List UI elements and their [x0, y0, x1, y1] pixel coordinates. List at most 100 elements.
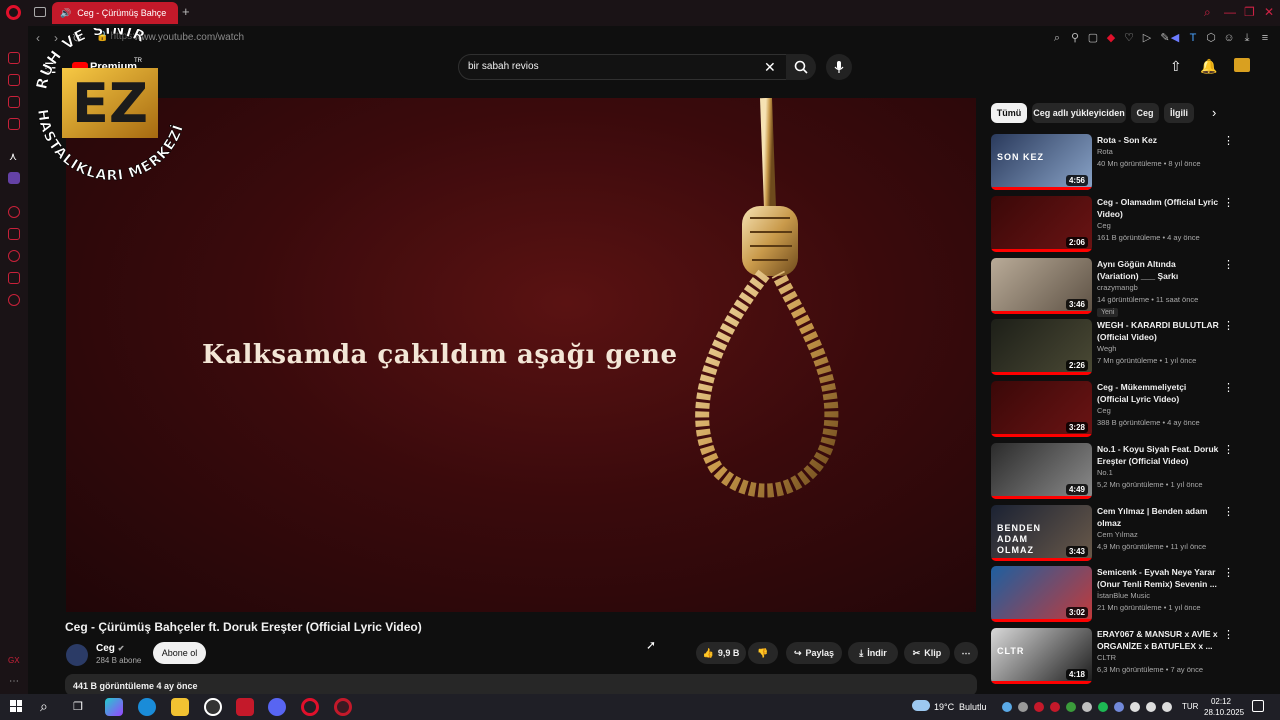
more-actions-button[interactable]: ⋯ — [954, 642, 978, 664]
recommendation-channel[interactable]: Ceg — [1097, 221, 1111, 230]
more-vertical-icon[interactable]: ⋮ — [1223, 134, 1234, 147]
recommendation-item[interactable]: 4:49 No.1 - Koyu Siyah Feat. Doruk Ereşte… — [991, 442, 1239, 501]
taskbar-search-icon[interactable]: ⌕ — [40, 698, 48, 715]
upload-icon[interactable]: ⇧ — [1170, 58, 1182, 75]
play-icon[interactable]: ▷ — [1140, 31, 1154, 45]
tray-app-4-icon[interactable] — [1050, 702, 1060, 712]
opera-gx-taskbar-icon[interactable] — [334, 698, 352, 716]
tab-youtube[interactable]: 🔊 Ceg - Çürümüş Bahçe — [52, 2, 178, 24]
recommendation-title[interactable]: ERAY067 & MANSUR x AVİE x ORGANİZE x BAT… — [1097, 628, 1219, 652]
minimize-icon[interactable]: — — [1224, 5, 1236, 19]
notifications-icon[interactable]: 🔔 — [1200, 58, 1217, 75]
more-vertical-icon[interactable]: ⋮ — [1223, 319, 1234, 332]
audio-icon[interactable]: ◀ — [1168, 31, 1182, 45]
history-icon[interactable] — [8, 250, 20, 262]
recommendation-item[interactable]: 3:02 Semicenk - Eyvah Neye Yarar (Onur Te… — [991, 566, 1239, 624]
video-thumbnail[interactable]: CLTR 4:18 — [991, 628, 1092, 684]
tray-app-2-icon[interactable] — [1018, 702, 1028, 712]
tray-app-5-icon[interactable] — [1066, 702, 1076, 712]
chip-from-uploader[interactable]: Ceg adlı yükleyiciden — [1032, 103, 1126, 123]
recommendation-channel[interactable]: Cem Yılmaz — [1097, 530, 1138, 539]
pin-icon[interactable]: ⚲ — [1068, 31, 1082, 45]
tray-app-6-icon[interactable] — [1082, 702, 1092, 712]
recommendation-channel[interactable]: No.1 — [1097, 468, 1113, 477]
menu-icon[interactable]: ≡ — [1258, 31, 1272, 45]
chip-related[interactable]: İlgili — [1164, 103, 1194, 123]
settings-icon[interactable] — [8, 294, 20, 306]
like-button[interactable]: 👍 9,9 B — [696, 642, 746, 664]
translate-icon[interactable]: T — [1186, 31, 1200, 45]
recommendation-title[interactable]: Cem Yılmaz | Benden adam olmaz — [1097, 505, 1219, 529]
voice-search-button[interactable] — [826, 54, 852, 80]
recommendation-item[interactable]: 3:46 Aynı Göğün Altında (Variation) ___ Ş… — [991, 257, 1239, 317]
speaker-icon[interactable]: 🔊 — [60, 8, 71, 19]
discord-icon[interactable] — [268, 698, 286, 716]
download-button[interactable]: ⤓ İndir — [848, 642, 898, 664]
start-icon[interactable] — [10, 700, 22, 712]
chevron-right-icon[interactable]: › — [1212, 105, 1216, 120]
recommendation-item[interactable]: SON KEZ 4:56 Rota - Son Kez Rota 40 Mn görün… — [991, 134, 1239, 192]
recommendation-item[interactable]: BENDEN ADAM OLMAZ 3:43 Cem Yılmaz | Benden… — [991, 504, 1239, 563]
search-button[interactable] — [786, 54, 816, 80]
maximize-icon[interactable]: ❐ — [1244, 5, 1255, 19]
recommendation-title[interactable]: No.1 - Koyu Siyah Feat. Doruk Ereşter (O… — [1097, 443, 1219, 467]
recommendation-channel[interactable]: Wegh — [1097, 344, 1116, 353]
copilot-icon[interactable] — [105, 698, 123, 716]
video-thumbnail[interactable]: SON KEZ 4:56 — [991, 134, 1092, 190]
workspaces-icon[interactable] — [34, 7, 46, 17]
more-vertical-icon[interactable]: ⋮ — [1223, 443, 1234, 456]
recommendation-title[interactable]: Ceg - Olamadım (Official Lyric Video) — [1097, 196, 1219, 220]
tray-app-3-icon[interactable] — [1034, 702, 1044, 712]
channel-name-text[interactable]: Ceg — [96, 643, 115, 654]
file-explorer-icon[interactable] — [171, 698, 189, 716]
tray-app-1-icon[interactable] — [1002, 702, 1012, 712]
more-vertical-icon[interactable]: ⋮ — [1223, 381, 1234, 394]
zoom-icon[interactable]: ⌕ — [1050, 31, 1064, 45]
channel-avatar[interactable] — [66, 644, 88, 666]
video-thumbnail[interactable]: 3:28 — [991, 381, 1092, 437]
recommendation-item[interactable]: 2:26 WEGH - KARARDI BULUTLAR (Official Vi… — [991, 319, 1239, 377]
more-sidebar-icon[interactable]: ⋯ — [9, 676, 19, 687]
recommendation-title[interactable]: WEGH - KARARDI BULUTLAR (Official Video) — [1097, 319, 1219, 343]
gx-icon[interactable]: GX — [8, 656, 20, 665]
recommendation-channel[interactable]: İstanBlue Music — [1097, 591, 1150, 600]
language-indicator[interactable]: TUR — [1182, 702, 1198, 711]
snapshot-icon[interactable]: ▢ — [1086, 31, 1100, 45]
more-vertical-icon[interactable]: ⋮ — [1223, 628, 1234, 641]
recommendation-title[interactable]: Semicenk - Eyvah Neye Yarar (Onur Tenli … — [1097, 566, 1219, 590]
close-window-icon[interactable]: ✕ — [1264, 5, 1274, 19]
recommendation-channel[interactable]: Ceg — [1097, 406, 1111, 415]
search-tabs-icon[interactable]: ⌕ — [1204, 5, 1211, 20]
shopping-icon[interactable] — [8, 74, 20, 86]
download-icon[interactable]: ⤓ — [1240, 31, 1254, 45]
weather-condition[interactable]: Bulutlu — [959, 702, 987, 712]
account-icon[interactable]: ☺ — [1222, 31, 1236, 45]
video-thumbnail[interactable]: 3:02 — [991, 566, 1092, 623]
send-icon[interactable] — [8, 272, 20, 284]
recommendation-title[interactable]: Ceg - Mükemmeliyetçi (Official Lyric Vid… — [1097, 381, 1219, 405]
new-tab-button[interactable]: + — [182, 4, 190, 19]
recommendation-title[interactable]: Rota - Son Kez — [1097, 134, 1219, 146]
recommendation-item[interactable]: 3:28 Ceg - Mükemmeliyetçi (Official Lyric… — [991, 381, 1239, 439]
volume-icon[interactable] — [1162, 702, 1172, 712]
subscribe-button[interactable]: Abone ol — [153, 642, 206, 664]
search-query[interactable]: bir sabah revios — [468, 61, 539, 72]
opera-menu-icon[interactable] — [6, 5, 21, 20]
tray-app-8-icon[interactable] — [1114, 702, 1124, 712]
more-vertical-icon[interactable]: ⋮ — [1223, 566, 1234, 579]
description-box[interactable] — [65, 674, 977, 696]
microphone-tray-icon[interactable] — [1130, 702, 1140, 712]
clip-button[interactable]: ✂ Klip — [904, 642, 950, 664]
voicemod-icon[interactable] — [236, 698, 254, 716]
video-thumbnail[interactable]: BENDEN ADAM OLMAZ 3:43 — [991, 504, 1092, 561]
clear-search-icon[interactable]: ✕ — [764, 59, 776, 76]
share-button[interactable]: ↪ Paylaş — [786, 642, 842, 664]
task-view-icon[interactable]: ❐ — [73, 700, 83, 713]
more-vertical-icon[interactable]: ⋮ — [1223, 505, 1234, 518]
twitter-icon[interactable]: ⋏ — [9, 150, 17, 163]
channel-name[interactable]: Ceg ✔ — [96, 643, 124, 654]
notification-center-icon[interactable] — [1252, 700, 1264, 712]
clock-app-icon[interactable] — [204, 698, 222, 716]
user-avatar[interactable] — [1234, 58, 1250, 72]
heart-icon[interactable]: ♡ — [1122, 31, 1136, 45]
